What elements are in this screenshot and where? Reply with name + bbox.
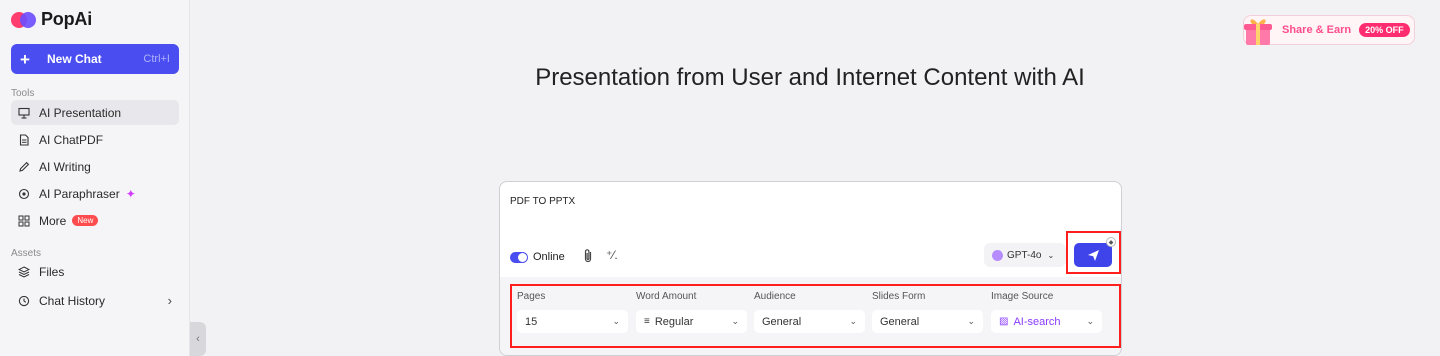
sidebar-item-label: AI Presentation [39, 105, 122, 120]
prompt-input[interactable]: PDF TO PPTX [510, 196, 575, 207]
layers-icon [18, 265, 30, 278]
sidebar-item-ai-chatpdf[interactable]: AI ChatPDF [11, 127, 179, 152]
model-selector[interactable]: GPT-4o ⌄ [984, 243, 1066, 267]
chevron-left-icon: ‹ [196, 333, 200, 345]
new-chat-label: New Chat [47, 52, 102, 66]
new-badge: New [72, 215, 99, 226]
sidebar-item-label: AI Writing [39, 159, 91, 174]
share-and-earn-button[interactable]: Share & Earn 20% OFF [1243, 15, 1415, 45]
new-chat-button[interactable]: + New Chat Ctrl+I [11, 44, 179, 74]
new-chat-shortcut: Ctrl+I [143, 53, 170, 65]
sidebar-item-label: Files [39, 264, 65, 279]
model-name: GPT-4o [1007, 249, 1042, 261]
online-label: Online [533, 251, 565, 263]
sidebar-item-label: AI ChatPDF [39, 132, 104, 147]
plus-icon: + [20, 49, 30, 69]
sidebar-item-label: Chat History [39, 293, 106, 308]
tools-section-label: Tools [11, 88, 35, 99]
presentation-icon [18, 107, 30, 119]
sidebar-item-files[interactable]: Files [11, 259, 179, 284]
chevron-down-icon: ⌄ [1047, 250, 1055, 260]
page-title: Presentation from User and Internet Cont… [535, 64, 1085, 91]
gift-icon [1244, 19, 1272, 45]
logo-icon [11, 11, 37, 29]
paperclip-icon[interactable] [581, 248, 595, 264]
sidebar-item-chat-history[interactable]: Chat History › [11, 288, 179, 313]
options-highlight-box [510, 284, 1121, 348]
sidebar: PopAi + New Chat Ctrl+I Tools AI Present… [0, 0, 190, 356]
pen-icon [18, 161, 30, 173]
model-icon [992, 249, 1003, 261]
sparkle-icon: ✦ [125, 186, 136, 201]
sidebar-collapse-handle[interactable]: ‹ [190, 322, 206, 356]
popai-logo[interactable]: PopAi [11, 9, 92, 30]
sidebar-item-ai-paraphraser[interactable]: AI Paraphraser ✦ [11, 181, 179, 206]
document-icon [18, 133, 30, 146]
online-toggle[interactable]: Online [510, 251, 565, 263]
sidebar-item-ai-presentation[interactable]: AI Presentation [11, 100, 179, 125]
history-icon [18, 295, 30, 307]
brand-name: PopAi [41, 9, 92, 29]
sidebar-item-ai-writing[interactable]: AI Writing [11, 154, 179, 179]
discount-badge: 20% OFF [1359, 23, 1410, 37]
send-highlight-box [1066, 231, 1121, 274]
sidebar-item-more[interactable]: More New [11, 208, 179, 233]
grid-icon [18, 215, 30, 227]
paraphrase-icon [18, 188, 30, 200]
sidebar-item-label: AI Paraphraser [39, 186, 120, 201]
toggle-switch [510, 251, 528, 263]
sidebar-item-label: More [39, 213, 67, 228]
chevron-right-icon: › [167, 293, 172, 308]
assets-section-label: Assets [11, 248, 42, 259]
share-and-earn-label: Share & Earn [1282, 24, 1352, 36]
magic-wand-icon[interactable]: ⁺⁄. [606, 248, 618, 262]
